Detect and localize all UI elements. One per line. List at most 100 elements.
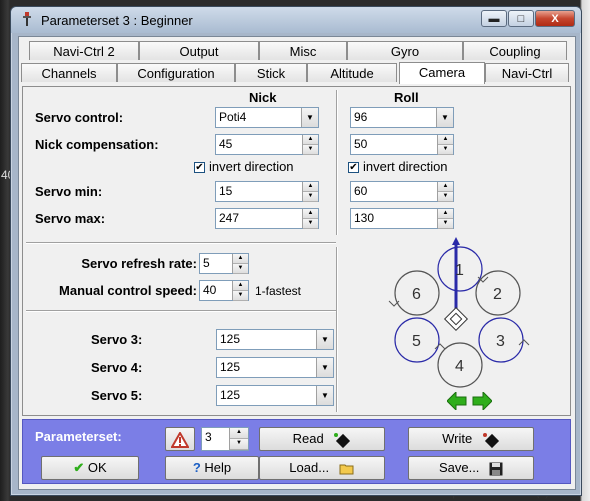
- column-divider-lower: [336, 247, 338, 412]
- tab-coupling[interactable]: Coupling: [463, 41, 567, 60]
- servo-refresh-stepper[interactable]: 5 ▲ ▼: [199, 253, 249, 274]
- ok-button[interactable]: ✔ OK: [41, 456, 139, 480]
- servo-min-nick-stepper[interactable]: 15 ▲ ▼: [215, 181, 319, 202]
- center-diamond: [443, 306, 469, 332]
- chevron-down-icon[interactable]: ▼: [233, 291, 248, 301]
- tab-navi-ctrl-2[interactable]: Navi-Ctrl 2: [29, 41, 139, 60]
- help-icon: ?: [192, 460, 201, 475]
- servo5-value: 125: [220, 388, 241, 402]
- servo-control-label: Servo control:: [35, 110, 124, 125]
- servo-min-label: Servo min:: [35, 184, 103, 199]
- servo-control-nick-select[interactable]: Poti4 ▼: [215, 107, 319, 128]
- servo-max-roll-value: 130: [354, 211, 375, 225]
- floppy-disk-icon: [489, 462, 503, 476]
- tab-camera[interactable]: Camera: [399, 62, 485, 84]
- write-chip-icon: [482, 432, 499, 448]
- invert-nick-label: invert direction: [209, 159, 294, 174]
- servo-min-roll-stepper[interactable]: 60 ▲ ▼: [350, 181, 454, 202]
- chevron-up-icon[interactable]: ▲: [230, 428, 248, 439]
- compensation-nick-stepper[interactable]: 45 ▲ ▼: [215, 134, 319, 155]
- stepper-buttons[interactable]: ▲ ▼: [232, 254, 248, 274]
- minimize-button[interactable]: ▬: [481, 10, 507, 27]
- chevron-down-icon[interactable]: ▼: [438, 219, 453, 229]
- parameterset-value: 3: [205, 430, 212, 444]
- chevron-down-icon[interactable]: ▼: [233, 264, 248, 274]
- roll-column-header: Roll: [394, 90, 419, 105]
- invert-roll-checkbox[interactable]: ✔: [348, 162, 359, 173]
- manual-speed-value: 40: [203, 283, 217, 297]
- rotate-left-arrow-icon[interactable]: [447, 392, 467, 410]
- stepper-buttons[interactable]: ▲ ▼: [229, 428, 248, 450]
- servo-max-roll-stepper[interactable]: 130 ▲ ▼: [350, 208, 454, 229]
- checkmark-icon: ✔: [73, 460, 85, 475]
- servo-min-nick-value: 15: [219, 184, 233, 198]
- stepper-buttons[interactable]: ▲ ▼: [437, 135, 453, 155]
- stepper-buttons[interactable]: ▲ ▼: [302, 182, 318, 202]
- tab-stick[interactable]: Stick: [235, 63, 307, 82]
- chevron-down-icon[interactable]: ▼: [316, 386, 333, 405]
- manual-speed-label: Manual control speed:: [59, 283, 197, 298]
- chevron-down-icon[interactable]: ▼: [438, 145, 453, 155]
- save-button-label: Save...: [438, 460, 480, 475]
- read-button[interactable]: Read: [259, 427, 385, 451]
- compensation-roll-stepper[interactable]: 50 ▲ ▼: [350, 134, 454, 155]
- chevron-down-icon[interactable]: ▼: [316, 358, 333, 377]
- stepper-buttons[interactable]: ▲ ▼: [232, 281, 248, 301]
- chevron-up-icon[interactable]: ▲: [438, 135, 453, 145]
- servo-max-nick-value: 247: [219, 211, 240, 225]
- chevron-up-icon[interactable]: ▲: [438, 209, 453, 219]
- parameterset-stepper[interactable]: 3 ▲ ▼: [201, 427, 249, 451]
- chevron-up-icon[interactable]: ▲: [303, 135, 318, 145]
- tab-configuration[interactable]: Configuration: [117, 63, 235, 82]
- servo3-select[interactable]: 125 ▼: [216, 329, 334, 350]
- dialog-client: Navi-Ctrl 2 Output Misc Gyro Coupling Ch…: [18, 36, 576, 490]
- save-button[interactable]: Save...: [408, 456, 534, 480]
- chevron-down-icon[interactable]: ▼: [438, 192, 453, 202]
- tab-output[interactable]: Output: [139, 41, 259, 60]
- chevron-up-icon[interactable]: ▲: [303, 209, 318, 219]
- stepper-buttons[interactable]: ▲ ▼: [437, 209, 453, 229]
- servo5-select[interactable]: 125 ▼: [216, 385, 334, 406]
- chevron-down-icon[interactable]: ▼: [303, 145, 318, 155]
- servo-control-roll-value: 96: [354, 110, 368, 124]
- stepper-buttons[interactable]: ▲ ▼: [437, 182, 453, 202]
- chevron-down-icon[interactable]: ▼: [316, 330, 333, 349]
- chevron-down-icon[interactable]: ▼: [303, 219, 318, 229]
- stepper-buttons[interactable]: ▲ ▼: [302, 209, 318, 229]
- tab-navi-ctrl[interactable]: Navi-Ctrl: [485, 63, 569, 82]
- servo4-select[interactable]: 125 ▼: [216, 357, 334, 378]
- rotor-5-label: 5: [412, 333, 421, 350]
- servo-control-roll-select[interactable]: 96 ▼: [350, 107, 454, 128]
- chevron-down-icon[interactable]: ▼: [230, 439, 248, 450]
- chevron-up-icon[interactable]: ▲: [438, 182, 453, 192]
- warning-button[interactable]: [165, 427, 195, 451]
- nick-column-header: Nick: [249, 90, 277, 105]
- tab-misc[interactable]: Misc: [259, 41, 347, 60]
- tab-gyro[interactable]: Gyro: [347, 41, 463, 60]
- close-button[interactable]: X: [535, 10, 575, 27]
- chevron-up-icon[interactable]: ▲: [303, 182, 318, 192]
- servo-refresh-label: Servo refresh rate:: [81, 256, 197, 271]
- chevron-down-icon[interactable]: ▼: [301, 108, 318, 127]
- tab-channels[interactable]: Channels: [21, 63, 117, 82]
- chevron-up-icon[interactable]: ▲: [233, 281, 248, 291]
- write-button-label: Write: [442, 431, 473, 446]
- rotate-right-arrow-icon[interactable]: [472, 392, 492, 410]
- load-button[interactable]: Load...: [259, 456, 385, 480]
- compensation-roll-value: 50: [354, 137, 368, 151]
- invert-nick-checkbox[interactable]: ✔: [194, 162, 205, 173]
- maximize-button[interactable]: □: [508, 10, 534, 27]
- chevron-down-icon[interactable]: ▼: [436, 108, 453, 127]
- chevron-down-icon[interactable]: ▼: [303, 192, 318, 202]
- folder-icon: [339, 464, 354, 475]
- help-button[interactable]: ? Help: [165, 456, 259, 480]
- manual-speed-hint: 1-fastest: [255, 284, 302, 298]
- write-button[interactable]: Write: [408, 427, 534, 451]
- stepper-buttons[interactable]: ▲ ▼: [302, 135, 318, 155]
- chevron-up-icon[interactable]: ▲: [233, 254, 248, 264]
- manual-speed-stepper[interactable]: 40 ▲ ▼: [199, 280, 249, 301]
- servo5-label: Servo 5:: [91, 388, 143, 403]
- tab-altitude[interactable]: Altitude: [307, 63, 397, 82]
- title-bar[interactable]: Parameterset 3 : Beginner ▬ □ X: [11, 7, 581, 33]
- servo-max-nick-stepper[interactable]: 247 ▲ ▼: [215, 208, 319, 229]
